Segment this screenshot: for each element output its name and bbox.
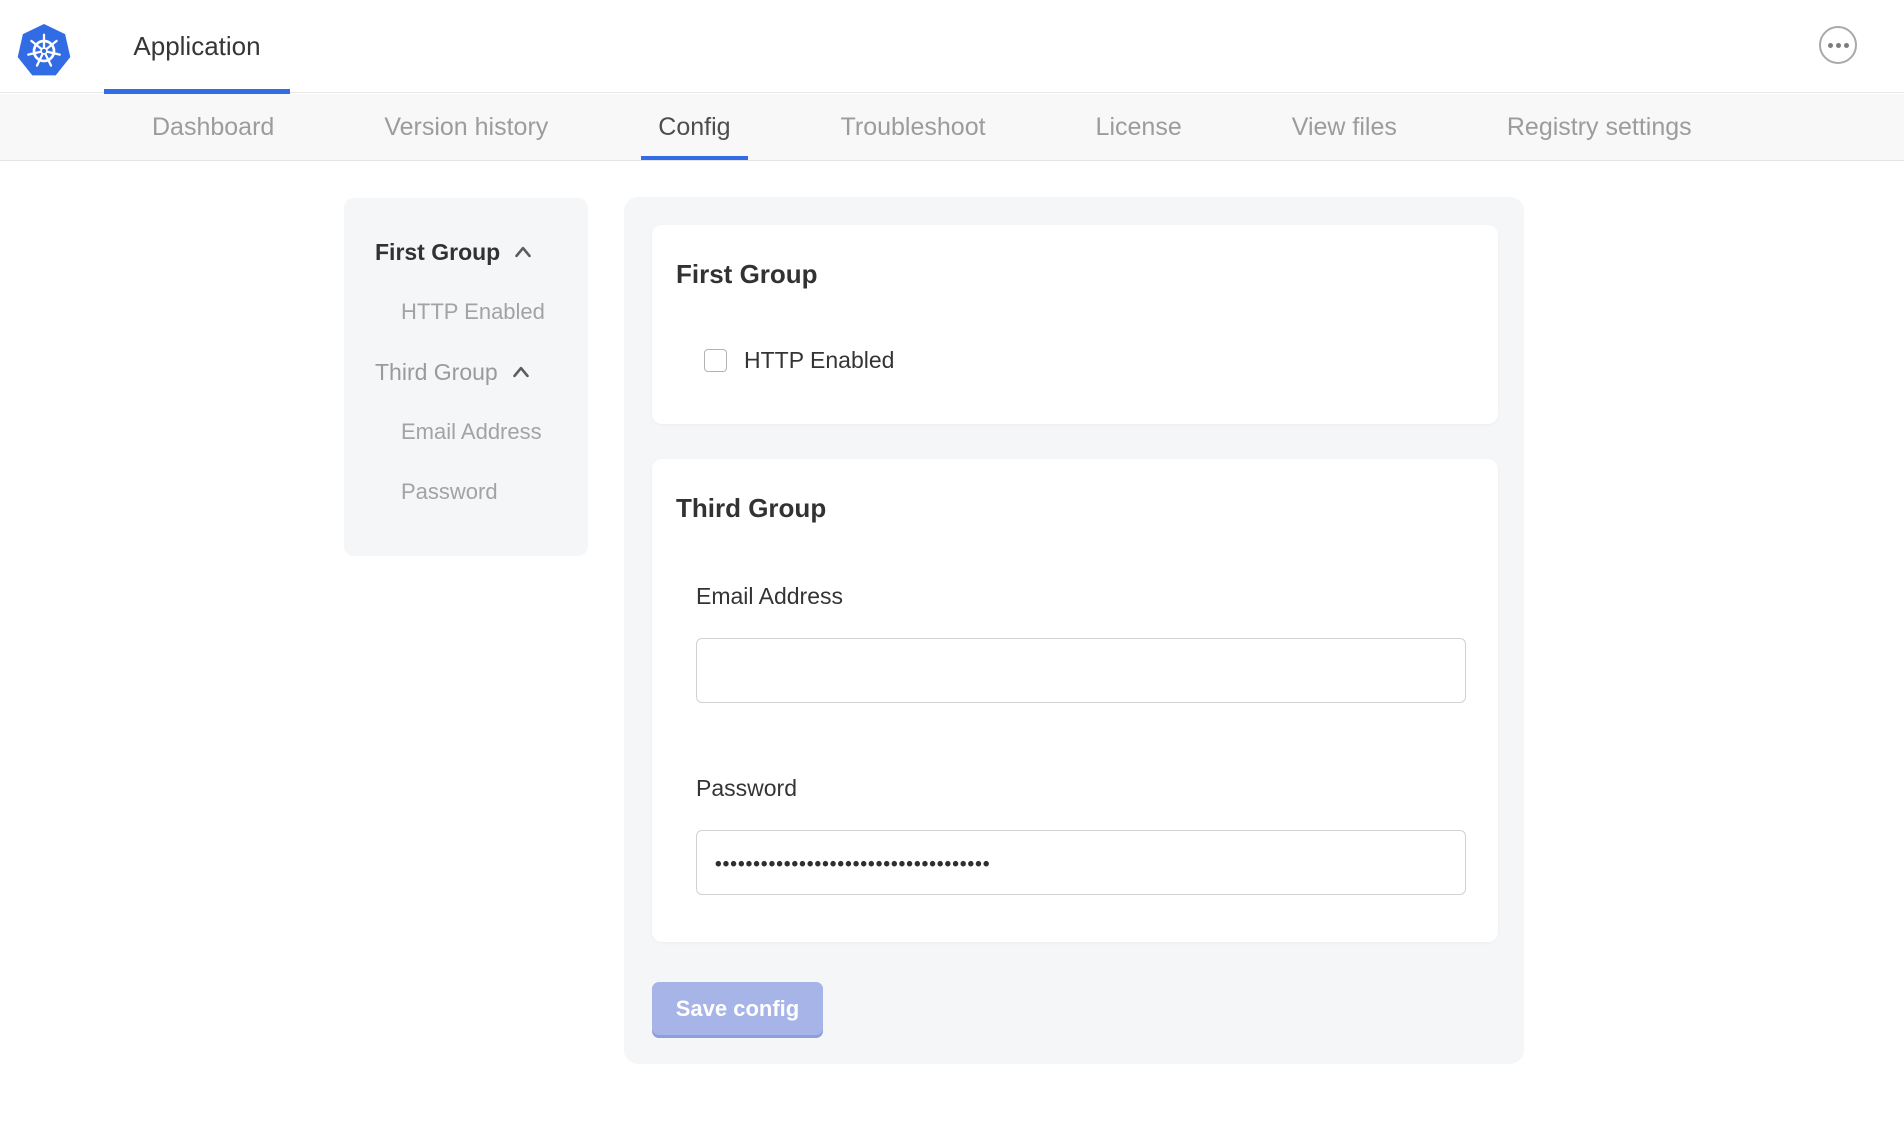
sidebar-item-label: Password: [401, 479, 498, 505]
password-label: Password: [696, 775, 797, 802]
tab-version-history[interactable]: Version history: [367, 94, 565, 160]
tab-troubleshoot[interactable]: Troubleshoot: [824, 94, 1003, 160]
tab-config[interactable]: Config: [641, 94, 747, 160]
tab-registry-settings[interactable]: Registry settings: [1490, 94, 1709, 160]
group-title: First Group: [676, 259, 818, 290]
config-group-card-third: Third Group Email Address Password: [652, 459, 1498, 942]
app-tab-label: Application: [133, 31, 260, 62]
sidebar-group-first-group[interactable]: First Group: [344, 222, 588, 282]
tab-dashboard[interactable]: Dashboard: [135, 94, 291, 160]
ellipsis-dot: [1828, 43, 1833, 48]
sidebar-item-email-address[interactable]: Email Address: [344, 402, 588, 462]
http-enabled-field: HTTP Enabled: [704, 347, 894, 374]
http-enabled-checkbox[interactable]: [704, 349, 727, 372]
tab-view-files[interactable]: View files: [1275, 94, 1414, 160]
app-subnav: Dashboard Version history Config Trouble…: [0, 94, 1904, 161]
app-header: Application: [0, 0, 1904, 93]
save-config-button[interactable]: Save config: [652, 982, 823, 1035]
config-group-card-first: First Group HTTP Enabled: [652, 225, 1498, 424]
chevron-up-icon: [508, 359, 534, 385]
chevron-up-icon: [510, 239, 536, 265]
http-enabled-label[interactable]: HTTP Enabled: [744, 347, 894, 374]
sidebar-group-label: Third Group: [375, 359, 498, 386]
config-groups-sidebar: First Group HTTP Enabled Third Group Ema…: [344, 198, 588, 556]
sidebar-item-label: Email Address: [401, 419, 542, 445]
sidebar-item-password[interactable]: Password: [344, 462, 588, 522]
ellipsis-dot: [1836, 43, 1841, 48]
config-form-panel: First Group HTTP Enabled Third Group Ema…: [624, 197, 1524, 1064]
ellipsis-menu-button[interactable]: [1819, 26, 1857, 64]
kubernetes-logo-icon: [17, 24, 71, 78]
ellipsis-dot: [1844, 43, 1849, 48]
tab-license[interactable]: License: [1079, 94, 1199, 160]
email-address-input[interactable]: [696, 638, 1466, 703]
sidebar-group-third-group[interactable]: Third Group: [344, 342, 588, 402]
tab-application[interactable]: Application: [104, 0, 290, 93]
sidebar-group-label: First Group: [375, 239, 500, 266]
email-address-label: Email Address: [696, 583, 843, 610]
sidebar-item-label: HTTP Enabled: [401, 299, 545, 325]
password-input[interactable]: [696, 830, 1466, 895]
group-title: Third Group: [676, 493, 826, 524]
sidebar-item-http-enabled[interactable]: HTTP Enabled: [344, 282, 588, 342]
